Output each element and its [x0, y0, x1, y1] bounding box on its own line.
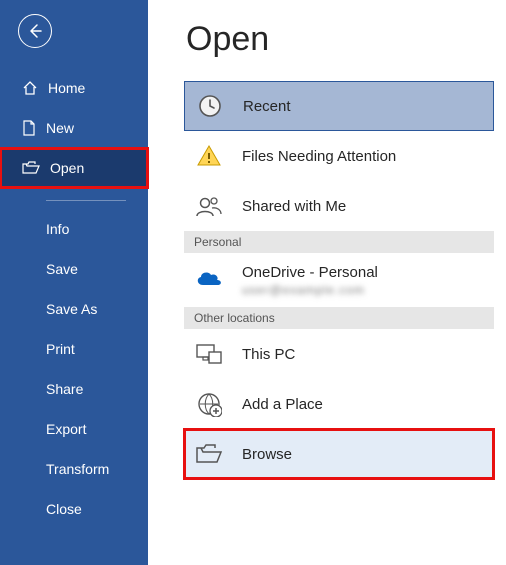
location-label: Recent — [243, 98, 291, 115]
page-title: Open — [184, 20, 498, 59]
onedrive-icon — [194, 269, 224, 292]
nav-label: Close — [46, 501, 82, 517]
section-header-personal: Personal — [184, 231, 494, 253]
nav-label: Transform — [46, 461, 109, 477]
nav-home[interactable]: Home — [0, 68, 148, 108]
folder-open-icon — [194, 443, 224, 465]
location-label: Shared with Me — [242, 198, 346, 215]
nav-new[interactable]: New — [0, 108, 148, 148]
location-files-needing-attention[interactable]: Files Needing Attention — [184, 131, 494, 181]
nav-label: Export — [46, 421, 86, 437]
location-label: This PC — [242, 346, 295, 363]
nav-label: Print — [46, 341, 75, 357]
backstage-sidebar: Home New Open Info Save Save As Print Sh… — [0, 0, 148, 565]
onedrive-account-redacted: user@example.com — [242, 283, 378, 297]
location-browse[interactable]: Browse — [184, 429, 494, 479]
nav-save[interactable]: Save — [0, 249, 148, 289]
this-pc-icon — [194, 342, 224, 366]
back-button[interactable] — [18, 14, 52, 48]
backstage-view: Home New Open Info Save Save As Print Sh… — [0, 0, 506, 565]
section-header-other: Other locations — [184, 307, 494, 329]
nav-share[interactable]: Share — [0, 369, 148, 409]
nav-label: Save As — [46, 301, 97, 317]
location-add-a-place[interactable]: Add a Place — [184, 379, 494, 429]
nav-label: Save — [46, 261, 78, 277]
nav-label: Home — [48, 80, 85, 96]
nav-label: Open — [50, 160, 84, 176]
nav-label: Share — [46, 381, 83, 397]
add-place-icon — [194, 391, 224, 417]
nav-open[interactable]: Open — [0, 148, 148, 188]
location-shared-with-me[interactable]: Shared with Me — [184, 181, 494, 231]
warning-icon — [194, 143, 224, 169]
location-label: Files Needing Attention — [242, 148, 396, 165]
home-icon — [22, 80, 38, 96]
nav-info[interactable]: Info — [0, 209, 148, 249]
nav-transform[interactable]: Transform — [0, 449, 148, 489]
onedrive-text: OneDrive - Personal user@example.com — [242, 264, 378, 297]
nav-print[interactable]: Print — [0, 329, 148, 369]
nav-save-as[interactable]: Save As — [0, 289, 148, 329]
nav-label: Info — [46, 221, 69, 237]
location-onedrive-personal[interactable]: OneDrive - Personal user@example.com — [184, 253, 494, 307]
location-this-pc[interactable]: This PC — [184, 329, 494, 379]
location-label: Browse — [242, 446, 292, 463]
location-label: OneDrive - Personal — [242, 264, 378, 281]
back-arrow-icon — [27, 23, 43, 39]
open-panel: Open Recent Files Needing Attention Shar… — [148, 0, 506, 565]
nav-export[interactable]: Export — [0, 409, 148, 449]
location-label: Add a Place — [242, 396, 323, 413]
document-icon — [22, 120, 36, 136]
nav-divider — [46, 200, 126, 201]
nav-close[interactable]: Close — [0, 489, 148, 529]
location-list: Recent Files Needing Attention Shared wi… — [184, 81, 494, 479]
people-icon — [194, 194, 224, 218]
clock-icon — [195, 93, 225, 119]
location-recent[interactable]: Recent — [184, 81, 494, 131]
nav-label: New — [46, 120, 74, 136]
folder-open-icon — [22, 161, 40, 175]
